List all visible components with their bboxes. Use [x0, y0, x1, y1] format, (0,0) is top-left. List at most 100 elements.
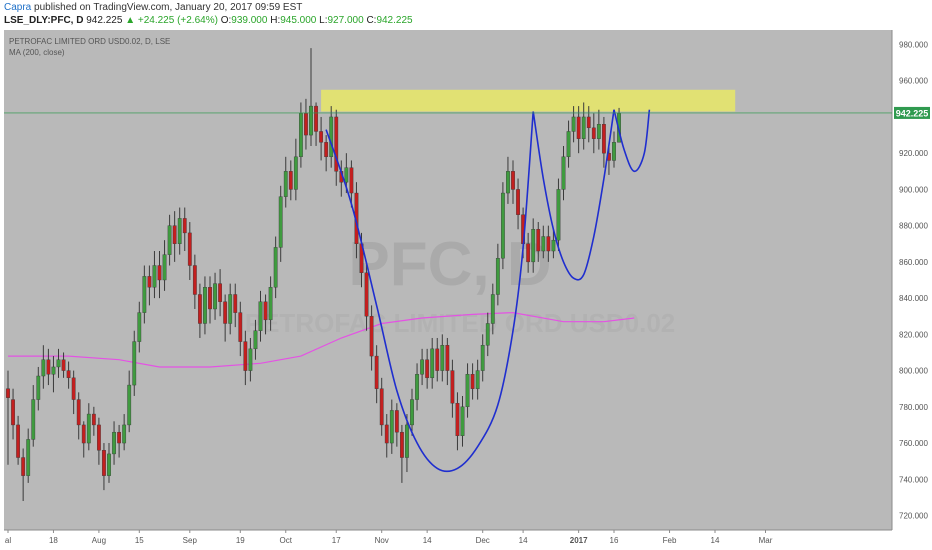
- candle-body: [31, 399, 36, 440]
- x-tick-label: 2017: [570, 536, 588, 545]
- x-tick-label: 14: [711, 536, 720, 545]
- candle-body: [238, 312, 243, 342]
- candle-body: [501, 192, 505, 259]
- candle-body: [349, 167, 354, 194]
- candle-body: [612, 142, 616, 161]
- candle-body: [56, 359, 61, 368]
- candle-body: [293, 156, 298, 190]
- candle-body: [243, 341, 248, 371]
- y-tick-label: 780.000: [899, 403, 928, 412]
- candle-body: [531, 229, 536, 263]
- candle-body: [122, 424, 127, 444]
- candle-body: [96, 424, 101, 451]
- candle-body: [450, 370, 455, 404]
- candle-body: [192, 265, 197, 295]
- x-tick-label: 14: [519, 536, 528, 545]
- candle-body: [389, 410, 394, 444]
- candle-body: [213, 283, 217, 310]
- candle-body: [526, 243, 531, 263]
- candle-body: [455, 402, 460, 436]
- candle-body: [11, 399, 15, 426]
- x-tick-label: Mar: [759, 536, 773, 545]
- candle-body: [208, 287, 212, 310]
- candle-body: [495, 258, 500, 295]
- price-chart[interactable]: PFC, DPETROFAC LIMITED ORD USD0.02 942.2…: [0, 0, 932, 550]
- candle-body: [576, 116, 581, 139]
- y-tick-label: 760.000: [899, 439, 928, 448]
- x-tick-label: 18: [49, 536, 58, 545]
- legend-entry: MA (200, close): [9, 48, 65, 57]
- candle-body: [132, 341, 137, 386]
- candle-body: [21, 457, 26, 476]
- price-axis-area: [892, 30, 932, 530]
- x-tick-label: Dec: [476, 536, 490, 545]
- candle-body: [536, 229, 541, 252]
- candle-body: [394, 410, 399, 433]
- candle-body: [445, 345, 450, 371]
- candle-body: [223, 301, 228, 324]
- candle-body: [142, 276, 147, 313]
- candle-body: [218, 283, 222, 302]
- y-tick-label: 720.000: [899, 512, 928, 521]
- candle-body: [172, 225, 177, 244]
- y-tick-label: 800.000: [899, 367, 928, 376]
- y-tick-label: 920.000: [899, 149, 928, 158]
- x-tick-label: 16: [610, 536, 619, 545]
- candle-body: [268, 287, 273, 321]
- candle-body: [591, 127, 596, 139]
- candle-body: [596, 124, 601, 139]
- candle-body: [273, 247, 278, 288]
- y-tick-label: 860.000: [899, 258, 928, 267]
- candle-body: [278, 196, 283, 248]
- candle-body: [6, 388, 10, 398]
- candle-body: [425, 359, 430, 379]
- candle-body: [16, 424, 20, 458]
- candle-body: [283, 171, 288, 197]
- candle-body: [556, 189, 561, 241]
- x-tick-label: 15: [135, 536, 144, 545]
- candle-body: [36, 375, 41, 400]
- x-tick-label: Oct: [280, 536, 293, 545]
- candle-body: [374, 355, 379, 389]
- candle-body: [71, 377, 76, 400]
- candle-body: [415, 374, 419, 400]
- candle-body: [76, 399, 81, 426]
- x-tick-label: Feb: [663, 536, 677, 545]
- candle-body: [379, 388, 384, 426]
- x-tick-label: Aug: [92, 536, 106, 545]
- candle-body: [107, 453, 111, 476]
- candle-body: [561, 156, 566, 190]
- candle-body: [304, 113, 308, 136]
- candle-body: [324, 142, 329, 158]
- y-tick-label: 960.000: [899, 77, 928, 86]
- candle-body: [177, 218, 182, 244]
- candle-body: [430, 348, 435, 379]
- candle-body: [460, 406, 465, 436]
- candle-body: [248, 348, 253, 371]
- x-tick-label: al: [5, 536, 11, 545]
- candle-body: [571, 116, 576, 132]
- candle-body: [384, 424, 389, 444]
- candle-body: [147, 276, 152, 288]
- candle-body: [470, 374, 475, 389]
- candle-body: [102, 450, 106, 476]
- candle-body: [369, 316, 374, 357]
- candle-body: [263, 301, 268, 321]
- y-tick-label: 900.000: [899, 185, 928, 194]
- candle-body: [319, 131, 323, 143]
- legend-entry: PETROFAC LIMITED ORD USD0.02, D, LSE: [9, 37, 170, 46]
- candle-body: [203, 287, 207, 324]
- candle-body: [167, 225, 172, 255]
- candle-body: [51, 366, 56, 375]
- candle-body: [41, 359, 46, 377]
- candle-body: [288, 171, 293, 190]
- x-tick-label: 14: [423, 536, 432, 545]
- candle-body: [46, 359, 51, 375]
- candle-body: [258, 301, 263, 331]
- candle-body: [581, 116, 586, 139]
- candle-body: [546, 236, 551, 252]
- candle-body: [410, 399, 414, 426]
- candle-body: [157, 265, 162, 281]
- candle-body: [400, 431, 404, 458]
- candle-body: [364, 272, 369, 317]
